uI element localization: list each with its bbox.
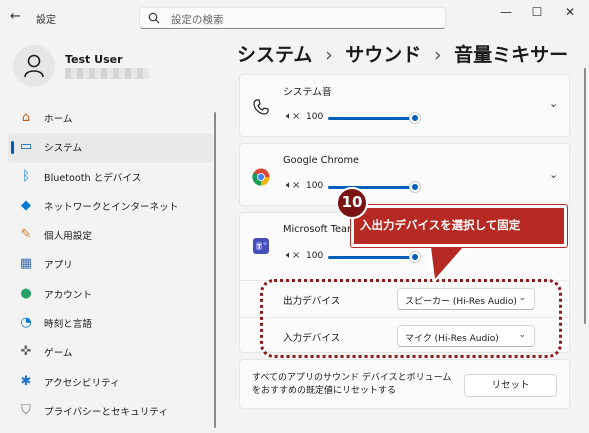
speaker-mute-icon[interactable]: 🔈︎×: [286, 180, 300, 191]
teams-icon: T: [253, 238, 269, 254]
volume-slider-track[interactable]: [328, 117, 416, 120]
speaker-mute-icon[interactable]: 🔈︎×: [286, 250, 300, 261]
sidebar-item-label: アカウント: [44, 289, 92, 301]
user-icon: [24, 54, 44, 78]
annotation-step-badge: 10: [336, 187, 368, 219]
reset-description: すべてのアプリのサウンド デバイスとボリュームをおすすめの既定値にリセットする: [252, 373, 452, 396]
close-button[interactable]: ✕: [555, 3, 585, 21]
home-icon: ⌂: [21, 110, 31, 125]
reset-button[interactable]: リセット: [464, 374, 557, 397]
maximize-button[interactable]: ☐: [522, 3, 552, 21]
app-name: Microsoft Teams: [283, 224, 362, 235]
content-scrollbar[interactable]: [584, 68, 586, 324]
user-email-redacted: [65, 68, 149, 79]
sidebar-item-5[interactable]: ▦ アプリ: [8, 250, 213, 279]
sidebar-item-label: ゲーム: [44, 348, 73, 360]
breadcrumb-separator: ›: [433, 44, 442, 66]
volume-slider-thumb[interactable]: [409, 181, 421, 193]
volume-row: 🔈︎× 100: [286, 111, 426, 125]
annotation-text: 入出力デバイスを選択して固定: [360, 218, 521, 232]
accessibility-icon: ✱: [20, 373, 32, 389]
account-icon: ●: [20, 285, 32, 301]
chevron-down-icon[interactable]: ⌄: [549, 97, 558, 110]
breadcrumb: システム › サウンド › 音量ミキサー: [237, 40, 574, 67]
clock-globe-icon: ◔: [20, 315, 32, 331]
sidebar-item-8[interactable]: ✜ ゲーム: [8, 338, 213, 367]
gamepad-icon: ✜: [20, 344, 32, 360]
brush-icon: ✎: [20, 227, 32, 243]
app-volume-card-chrome: Google Chrome 🔈︎× 100 ⌄: [239, 143, 570, 206]
sidebar-item-3[interactable]: ◆ ネットワークとインターネット: [8, 192, 213, 221]
volume-value: 100: [306, 112, 324, 122]
speaker-mute-icon[interactable]: 🔈︎×: [286, 111, 300, 122]
breadcrumb-sound[interactable]: サウンド: [345, 44, 421, 66]
app-name: Google Chrome: [283, 155, 360, 166]
annotation-callout: 入出力デバイスを選択して固定: [351, 205, 567, 247]
volume-value: 100: [306, 181, 324, 191]
sidebar-item-7[interactable]: ◔ 時刻と言語: [8, 309, 213, 338]
breadcrumb-system[interactable]: システム: [237, 44, 312, 66]
sidebar-item-label: アクセシビリティ: [44, 377, 120, 389]
wifi-icon: ◆: [21, 197, 31, 213]
sidebar-item-label: ネットワークとインターネット: [44, 201, 179, 213]
sidebar-item-6[interactable]: ● アカウント: [8, 280, 213, 309]
volume-slider-thumb[interactable]: [409, 112, 421, 124]
minimize-button[interactable]: —: [491, 3, 521, 21]
shield-icon: ⛉: [21, 402, 31, 418]
page-title: 音量ミキサー: [454, 44, 569, 66]
monitor-icon: ▭: [19, 139, 33, 155]
app-volume-card-system: システム音 🔈︎× 100 ⌄: [239, 74, 570, 137]
volume-slider-track[interactable]: [328, 256, 416, 259]
sidebar-item-label: 時刻と言語: [44, 319, 92, 331]
sidebar-item-0[interactable]: ⌂ ホーム: [8, 104, 213, 133]
svg-text:T: T: [257, 244, 262, 251]
back-arrow-icon[interactable]: ←: [10, 9, 21, 24]
sidebar-item-10[interactable]: ⛉ プライバシーとセキュリティ: [8, 397, 213, 426]
sidebar-item-label: プライバシーとセキュリティ: [44, 406, 168, 418]
search-icon: [148, 12, 160, 24]
title-bar: ← 設定 設定の検索 — ☐ ✕: [0, 0, 589, 36]
volume-value: 100: [306, 251, 324, 261]
sidebar-item-label: アプリ: [44, 260, 73, 272]
window-title: 設定: [36, 15, 56, 26]
apps-icon: ▦: [19, 256, 33, 272]
search-box[interactable]: 設定の検索: [139, 7, 446, 29]
annotation-highlight-box: [260, 279, 562, 358]
sidebar-scrollbar[interactable]: [214, 112, 216, 428]
sidebar-item-label: ホーム: [44, 114, 73, 125]
sidebar-item-2[interactable]: ᛒ Bluetooth とデバイス: [8, 163, 213, 192]
volume-slider-thumb[interactable]: [409, 251, 421, 263]
sidebar-item-1[interactable]: ▭ システム: [8, 133, 213, 163]
sidebar-item-label: 個人用設定: [44, 231, 92, 243]
sidebar-nav: ⌂ ホーム ▭ システム ᛒ Bluetooth とデバイス ◆ ネットワークとインターネット…: [8, 104, 213, 426]
avatar[interactable]: [13, 45, 55, 87]
search-placeholder: 設定の検索: [171, 14, 224, 26]
bluetooth-icon: ᛒ: [22, 168, 30, 184]
sidebar-item-label: システム: [44, 143, 83, 155]
chevron-down-icon[interactable]: ⌄: [549, 168, 558, 181]
app-name: システム音: [283, 87, 332, 98]
sidebar-item-9[interactable]: ✱ アクセシビリティ: [8, 368, 213, 397]
reset-card: すべてのアプリのサウンド デバイスとボリュームをおすすめの既定値にリセットする …: [239, 359, 570, 409]
user-name: Test User: [65, 53, 123, 66]
volume-row: 🔈︎× 100: [286, 250, 426, 264]
chrome-icon: [252, 168, 270, 186]
sidebar-item-label: Bluetooth とデバイス: [44, 172, 142, 184]
breadcrumb-separator: ›: [325, 44, 333, 66]
phone-icon: [253, 99, 269, 115]
sidebar-item-4[interactable]: ✎ 個人用設定: [8, 221, 213, 250]
volume-slider-track[interactable]: [328, 186, 416, 189]
